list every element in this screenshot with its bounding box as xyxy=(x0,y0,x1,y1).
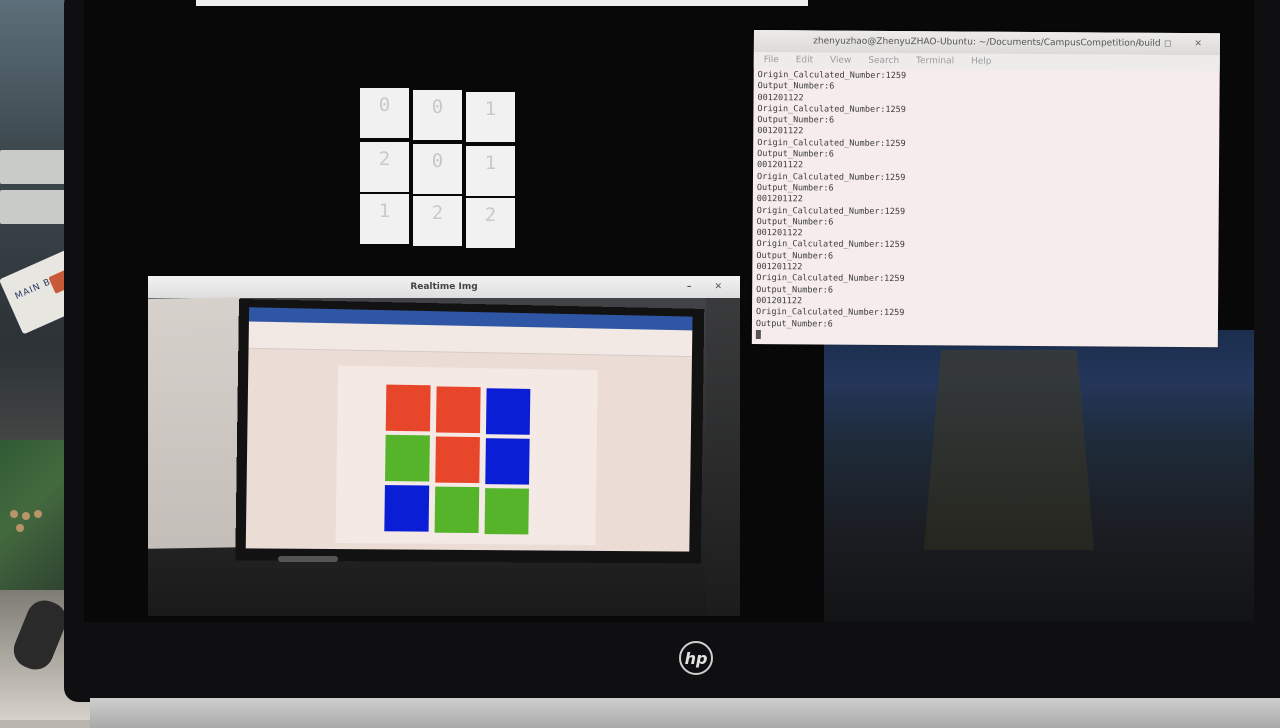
capacitor xyxy=(22,512,30,520)
color-tile xyxy=(485,388,531,435)
color-tile xyxy=(434,486,480,534)
color-tile xyxy=(385,384,431,432)
digit-grid: 0 0 1 2 0 1 1 2 2 xyxy=(360,88,520,253)
menu-edit[interactable]: Edit xyxy=(796,55,814,65)
digit-cell: 1 xyxy=(466,146,515,196)
color-tile xyxy=(435,436,480,484)
terminal-cursor xyxy=(755,329,761,339)
capacitor xyxy=(34,510,42,518)
menu-file[interactable]: File xyxy=(764,55,779,65)
window-edge xyxy=(196,0,808,6)
color-tile xyxy=(485,438,530,485)
camera-left-panel xyxy=(148,297,240,549)
terminal-window[interactable]: zhenyuzhao@ZhenyuZHAO-Ubuntu: ~/Document… xyxy=(751,30,1220,348)
word-page xyxy=(335,365,598,545)
menu-search[interactable]: Search xyxy=(868,56,899,66)
wallpaper-tower xyxy=(924,350,1094,550)
terminal-titlebar[interactable]: zhenyuzhao@ZhenyuZHAO-Ubuntu: ~/Document… xyxy=(753,30,1220,56)
digit-cell: 0 xyxy=(413,144,462,194)
digit-cell: 1 xyxy=(360,194,409,244)
color-tile xyxy=(384,485,430,532)
menu-help[interactable]: Help xyxy=(971,57,992,67)
digit-cell: 0 xyxy=(413,90,462,140)
digit-cell: 0 xyxy=(360,88,409,138)
menu-terminal[interactable]: Terminal xyxy=(916,56,954,66)
monitor-stand xyxy=(278,556,338,562)
realtime-titlebar[interactable]: Realtime Img – ✕ xyxy=(148,276,740,298)
window-control-buttons[interactable]: – ✕ xyxy=(687,276,732,298)
terminal-title: zhenyuzhao@ZhenyuZHAO-Ubuntu: ~/Document… xyxy=(813,36,1161,49)
laptop-base xyxy=(90,698,1280,728)
window-control-buttons[interactable]: – ◻ ✕ xyxy=(1137,33,1212,56)
digit-cell: 2 xyxy=(360,142,409,192)
camera-view xyxy=(148,297,740,616)
capacitor xyxy=(10,510,18,518)
hp-logo: hp xyxy=(679,641,713,675)
menu-view[interactable]: View xyxy=(830,56,851,66)
digit-cell: 2 xyxy=(466,198,515,248)
realtime-img-window[interactable]: Realtime Img – ✕ xyxy=(148,276,740,616)
terminal-line: Output_Number:6 xyxy=(755,318,833,330)
realtime-title: Realtime Img xyxy=(410,282,478,292)
camera-right-panel xyxy=(706,298,740,616)
terminal-menubar: File Edit View Search Terminal Help xyxy=(753,51,1220,72)
color-tile xyxy=(384,434,430,482)
captured-monitor xyxy=(235,298,705,564)
color-tile xyxy=(484,488,529,535)
capacitor xyxy=(16,524,24,532)
digit-cell: 1 xyxy=(466,92,515,142)
color-tile xyxy=(435,386,481,434)
terminal-output[interactable]: Origin_Calculated_Number:1259 Output_Numb… xyxy=(752,68,1220,346)
digit-cell: 2 xyxy=(413,196,462,246)
captured-word-document xyxy=(245,307,693,552)
black-cable xyxy=(8,595,72,675)
